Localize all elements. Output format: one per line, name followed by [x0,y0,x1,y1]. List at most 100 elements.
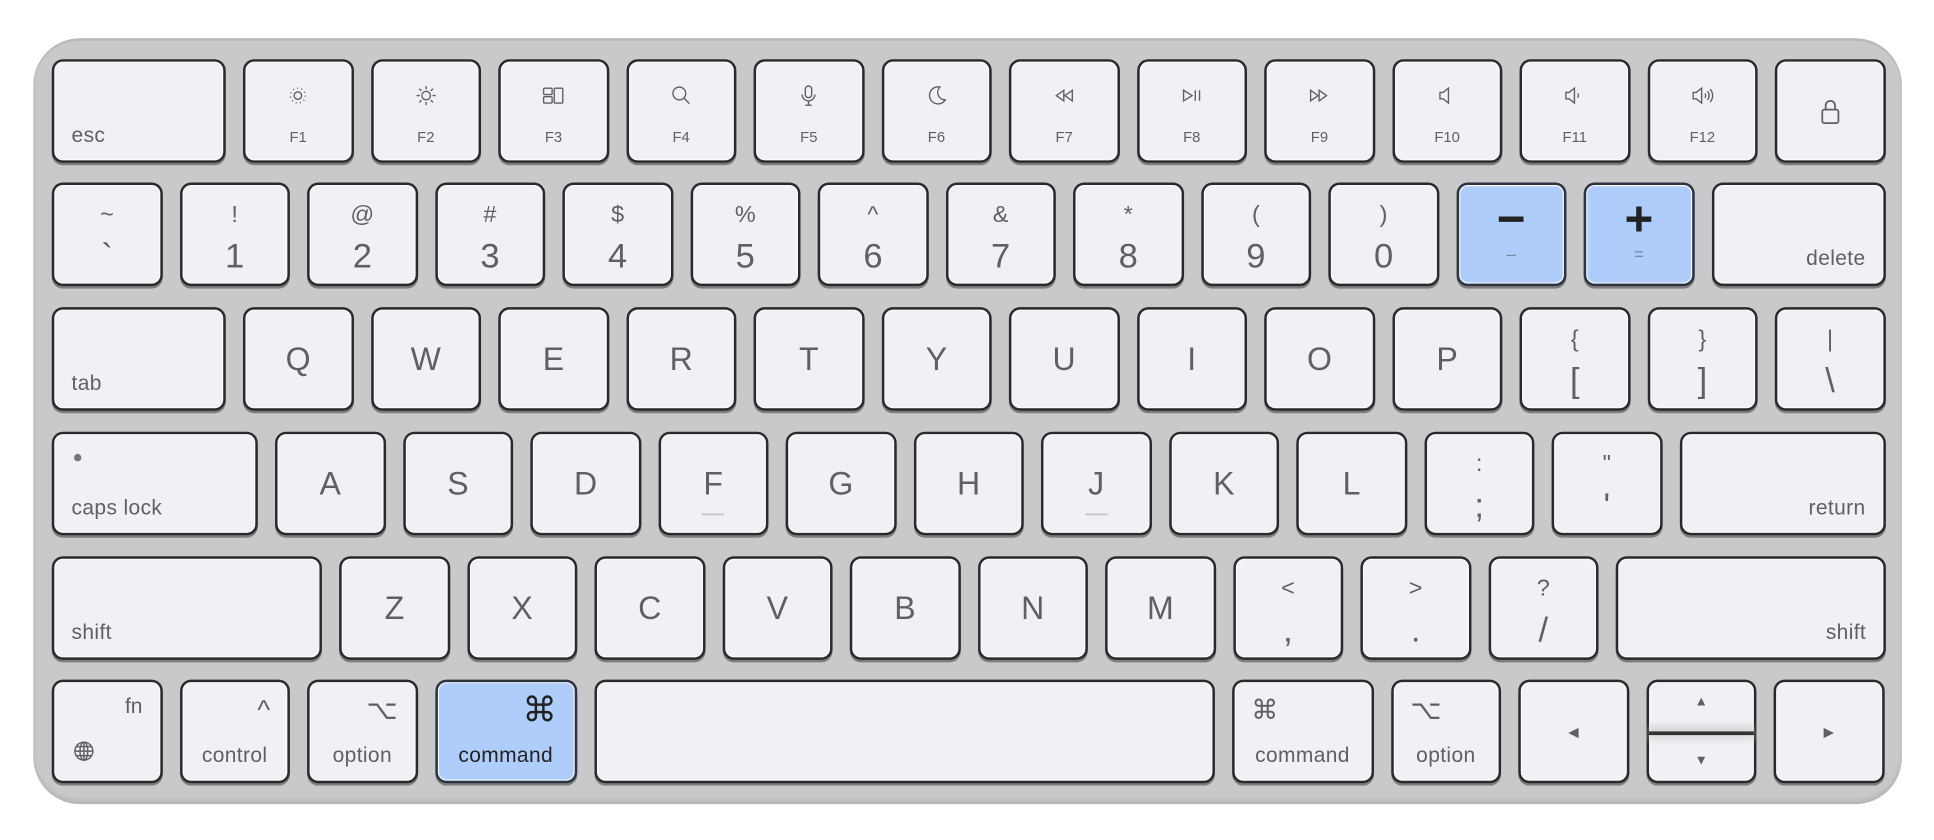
key-symbol[interactable]: | \ [1774,307,1886,411]
key-o[interactable]: O [1264,307,1375,411]
key-v[interactable]: V [722,556,833,660]
key-s[interactable]: S [402,431,514,536]
key-label: delete [1806,246,1866,271]
key-command[interactable]: ⌘ command [1231,679,1374,784]
key-f8[interactable]: F8 [1136,59,1247,163]
key-iconkey[interactable] [1774,59,1886,163]
key-8[interactable]: * 8 [1073,182,1184,287]
key-f3[interactable]: F3 [498,59,609,163]
key-label: E [542,340,565,378]
key-f10[interactable]: F10 [1391,59,1503,163]
key-label: M [1146,589,1174,627]
key-option[interactable]: ⌥ option [1390,679,1502,784]
key-n[interactable]: N [977,556,1088,660]
key-c[interactable]: C [594,556,705,660]
key-6[interactable]: ^ 6 [817,182,929,287]
key-control[interactable]: ^ control [179,679,290,784]
key-1[interactable]: ! 1 [179,182,290,287]
key-option[interactable]: ⌥ option [307,679,418,784]
key-z[interactable]: Z [339,556,450,660]
key-label: ; [1474,485,1484,525]
key-arrow-right[interactable]: ▶ [1773,679,1885,784]
key-h[interactable]: H [913,431,1024,536]
key-return[interactable]: return [1679,431,1886,536]
key-f[interactable]: F [658,431,769,536]
key-arrow-left[interactable]: ◀ [1518,679,1629,784]
key-space[interactable] [593,679,1215,784]
key-2[interactable]: @2 [307,182,418,287]
key-symbol[interactable]: − – [1456,182,1567,287]
key-x[interactable]: X [466,556,578,660]
key-symbol[interactable]: {[ [1519,307,1630,411]
key-f2[interactable]: F2 [370,59,482,163]
key-label: F [703,464,724,502]
key-fn[interactable]: fn [51,679,163,784]
key-label: 2 [352,236,372,276]
key-symbol[interactable]: >. [1360,556,1471,660]
key-label: control [201,743,268,768]
key-f1[interactable]: F1 [242,59,354,163]
key-0[interactable]: ) 0 [1328,182,1439,287]
key-7[interactable]: & 7 [945,182,1056,287]
key-label: S [447,464,469,502]
key-shift-label: { [1570,326,1579,353]
key-label: 6 [863,236,883,276]
key-b[interactable]: B [849,556,961,660]
key-esc[interactable]: esc [51,59,226,163]
home-row-bump [702,513,725,516]
globe-icon [72,739,97,764]
key-symbol[interactable]: ? / [1488,556,1599,660]
key-label: tab [71,371,102,395]
key-g[interactable]: G [785,431,897,536]
key-f5[interactable]: F5 [753,59,864,163]
key-f7[interactable]: F7 [1008,59,1120,163]
rewind-icon [1011,84,1116,107]
key-f11[interactable]: F11 [1519,59,1630,163]
keyboard-image: esc F1 F2 F3 F4 F5 F6 F7 F8 F9 F10 F11 F12 ~ `! 1 @2 #3 $4… [0,0,1934,840]
key-symbol[interactable]: " ' [1551,431,1663,536]
key-5[interactable]: % 5 [690,182,801,287]
key-k[interactable]: K [1168,431,1280,536]
key-3[interactable]: #3 [434,182,546,287]
key-y[interactable]: Y [881,307,992,411]
key-9[interactable]: (9 [1200,182,1312,287]
key-r[interactable]: R [625,307,737,411]
key-shift-label: @ [350,202,375,229]
key-t[interactable]: T [753,307,864,411]
key-symbol[interactable]: }] [1647,307,1758,411]
key-shift-label: ~ [100,202,114,229]
key-f6[interactable]: F6 [881,59,992,163]
key-u[interactable]: U [1008,307,1120,411]
key-shift[interactable]: shift [1615,556,1886,660]
key-j[interactable]: J [1040,431,1152,536]
volume-up-icon [1650,84,1755,107]
arrow-up-icon: ▲ [1694,694,1708,710]
key-q[interactable]: Q [242,307,354,411]
key-delete[interactable]: delete [1711,182,1886,287]
key-d[interactable]: D [530,431,641,536]
key-4[interactable]: $4 [562,182,673,287]
key-w[interactable]: W [370,307,482,411]
key-f9[interactable]: F9 [1264,59,1375,163]
key-arrow-up-down[interactable]: ▲ ▼ [1645,679,1757,784]
key-shift[interactable]: shift [51,556,322,660]
key-symbol[interactable]: ~ ` [51,182,163,287]
key-symbol[interactable]: + = [1583,182,1695,287]
key-command[interactable]: ⌘ command [434,679,577,784]
key-i[interactable]: I [1136,307,1247,411]
key-f12[interactable]: F12 [1647,59,1758,163]
key-caps-lock[interactable]: caps lock [51,431,258,536]
key-e[interactable]: E [498,307,609,411]
key-label: F9 [1310,128,1329,146]
key-tab[interactable]: tab [51,307,226,411]
key-label: = [1633,244,1644,264]
key-label: esc [71,123,106,147]
key-l[interactable]: L [1296,431,1407,536]
key-a[interactable]: A [275,431,386,536]
key-p[interactable]: P [1391,307,1503,411]
key-symbol[interactable]: :; [1423,431,1535,536]
key-symbol[interactable]: <, [1232,556,1344,660]
key-f4[interactable]: F4 [625,59,737,163]
key-m[interactable]: M [1105,556,1216,660]
key-label: X [511,589,533,627]
